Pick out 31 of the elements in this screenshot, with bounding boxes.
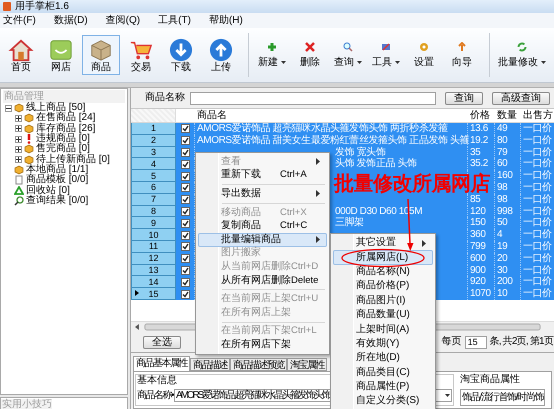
- per-page-label: 每页: [442, 336, 462, 348]
- panel-title: 实用小技巧: [1, 399, 52, 409]
- row-number: 8: [131, 206, 176, 218]
- window-title: 用手掌柜1.6: [15, 0, 69, 13]
- row-number: 7: [131, 194, 176, 206]
- row-number: 6: [131, 182, 176, 194]
- row-number: 12: [131, 252, 176, 265]
- sale-method-cell: 一口价: [520, 288, 554, 300]
- panel-title: 商品管理: [3, 90, 125, 103]
- field-label: 商品名称•: [137, 390, 174, 402]
- price-cell: 1070: [467, 288, 494, 300]
- row-number: 3: [131, 146, 176, 158]
- row-number: 1: [131, 123, 176, 135]
- row-number: 5: [131, 170, 176, 182]
- group-title: 基本信息: [137, 375, 177, 387]
- field-label: 商品名称: [145, 92, 185, 104]
- row-number: 10: [131, 229, 176, 241]
- row-number: 11: [131, 240, 176, 253]
- row-number: 2: [131, 134, 176, 147]
- column-header: 数量: [496, 109, 518, 122]
- row-number: 14: [131, 276, 176, 288]
- row-number: 4: [131, 158, 176, 170]
- quantity-cell: 10: [494, 288, 520, 300]
- column-header: 出售方: [522, 109, 554, 122]
- group-title: 淘宝商品属性: [460, 374, 520, 386]
- page-summary: 条, 共2页, 第1页: [490, 336, 553, 348]
- column-header: 商品名: [196, 109, 228, 122]
- row-number: 15: [131, 288, 176, 300]
- row-number: 9: [131, 217, 176, 230]
- column-header: 价格: [469, 109, 491, 122]
- row-number: 13: [131, 264, 176, 276]
